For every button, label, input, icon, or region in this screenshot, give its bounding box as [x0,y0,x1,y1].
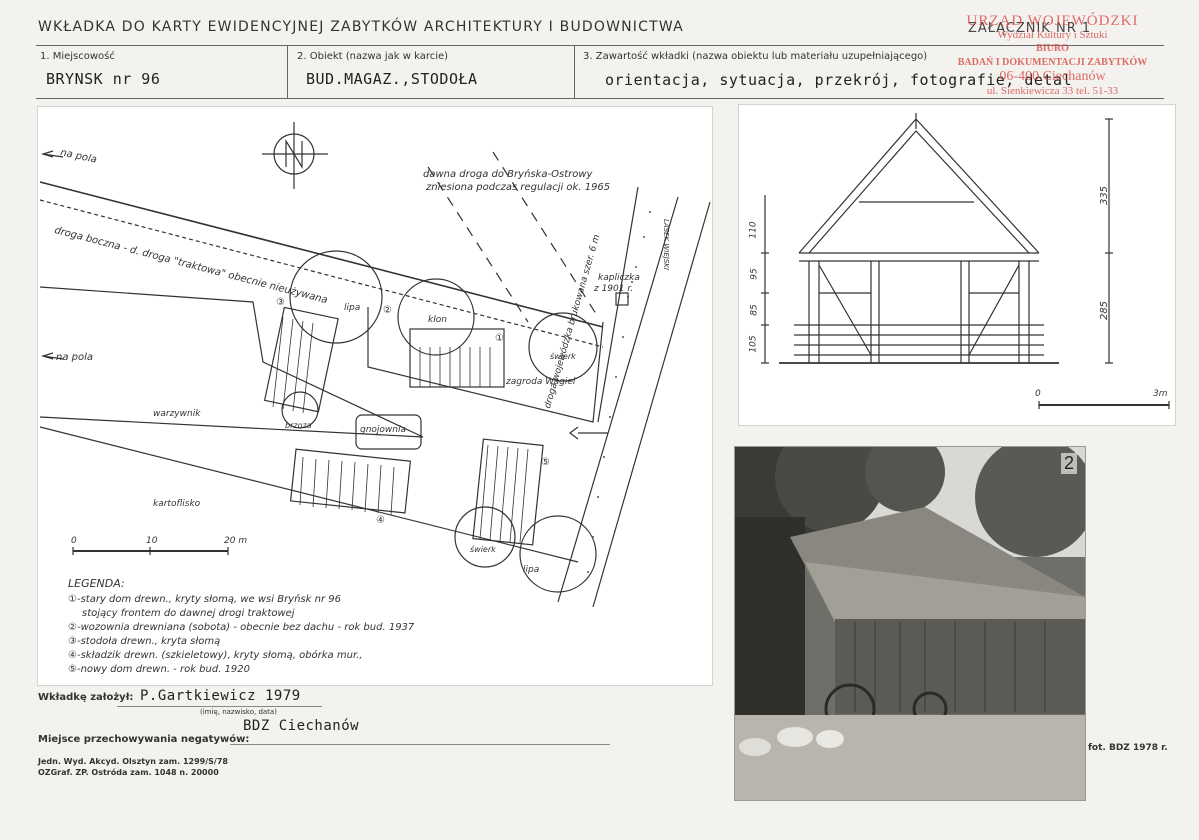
label-village-wood: LASEK WIEJSKI [662,219,670,270]
label-tree-lipa: lipa [523,565,540,575]
storage-value: BDZ Ciechanów [243,718,360,734]
document-sheet: WKŁADKA DO KARTY EWIDENCYJNEJ ZABYTKÓW A… [0,0,1199,840]
field-divider [287,46,288,98]
author-value: P.Gartkiewicz 1979 [140,688,301,704]
legend-item: ⑤-nowy dom drewn. - rok bud. 1920 [68,664,251,675]
photo-number: 2 [1060,453,1077,474]
barn-photo-image [735,447,1085,800]
north-arrow-icon [262,122,328,189]
building-3 [263,306,339,414]
building-number-4: ④ [376,515,385,526]
label-vegetable-garden: warzywnik [153,409,201,419]
legend: LEGENDA: ①-stary dom drewn., kryty słomą… [68,577,414,677]
photo-credit: fot. BDZ 1978 r. [1088,743,1168,753]
label-farmstead: zagroda Wagiel [506,377,576,387]
print-info-2: OZGraf. ZP. Ostróda zam. 1048 n. 20000 [38,768,219,777]
storage-label: Miejsce przechowywania negatywów: [38,734,250,745]
field-1-value: BRYNSK nr 96 [46,70,161,88]
legend-item: ③-stodoła drewn., kryta słomą [68,636,221,647]
building-2 [409,328,505,388]
office-stamp: URZĄD WOJEWÓDZKI Wydział Kultury i Sztuk… [957,13,1148,98]
scale-10: 10 [146,536,158,546]
dim-110: 110 [748,221,759,239]
label-old-road: dawna droga do Bryńska-Ostrowy [423,169,593,180]
author-hint: (imię, nazwisko, data) [200,708,277,716]
legend-item: ④-składzik drewn. (szkieletowy), kryty s… [68,650,363,661]
field-2-value: BUD.MAGAZ.,STODOŁA [306,70,478,88]
building-5 [472,438,544,546]
dim-85: 85 [749,304,760,316]
dim-335: 335 [1099,185,1111,206]
dim-95: 95 [749,268,760,280]
label-old-road-note: zniesiona podczas regulacji ok. 1965 [426,182,611,193]
legend-item: ①-stary dom drewn., kryty słomą, we wsi … [68,594,341,605]
legend-item: stojący frontem do dawnej drogi traktowe… [82,608,295,619]
scale-20m: 20 m [224,536,248,546]
label-potato-field: kartoflisko [153,499,201,509]
field-2-label: 2. Obiekt (nazwa jak w karcie) [297,51,449,62]
header-rule [36,98,1164,99]
label-tree-brzoza: brzoza [285,421,312,430]
document-title: WKŁADKA DO KARTY EWIDENCYJNEJ ZABYTKÓW A… [38,19,684,35]
section-scale-0: 0 [1035,389,1041,399]
field-divider [574,46,575,98]
label-tree-lipa: lipa [344,303,361,313]
field-1-label: 1. Miejscowość [40,51,115,62]
author-rule [117,706,322,707]
building-number-3: ③ [276,297,285,308]
label-tree-klon: klon [428,315,447,325]
field-3-label: 3. Zawartość wkładki (nazwa obiektu lub … [583,51,928,62]
storage-rule [230,744,610,745]
barn-photograph: 2 [734,446,1086,801]
section-panel: 335 285 110 95 85 105 0 3m [738,104,1176,426]
building-number-5: ⑤ [541,457,550,468]
print-info-1: Jedn. Wyd. Akcyd. Olsztyn zam. 1299/S/78 [38,757,228,766]
legend-item: ②-wozownia drewniana (sobota) - obecnie … [68,622,415,633]
section-scale-3m: 3m [1153,389,1168,399]
building-number-1: ① [495,333,504,344]
author-label: Wkładkę założył: [38,692,134,703]
tree-lipa [519,515,597,593]
legend-title: LEGENDA: [68,577,125,590]
label-na-pola: na pola [56,352,94,363]
section-drawing [761,113,1170,409]
label-chapel-year: z 1901 r. [594,284,634,294]
tree-swierk [454,506,516,568]
dim-105: 105 [748,335,759,353]
scale-0: 0 [71,536,77,546]
label-manure-pit: gnojownia [360,425,407,435]
label-tree-swierk: świerk [470,545,496,554]
label-chapel: kapliczka [598,273,640,283]
building-number-2: ② [383,305,392,316]
site-plan-panel: na pola na pola dawna droga do Bryńska-O… [37,106,713,686]
dim-285: 285 [1099,300,1111,321]
